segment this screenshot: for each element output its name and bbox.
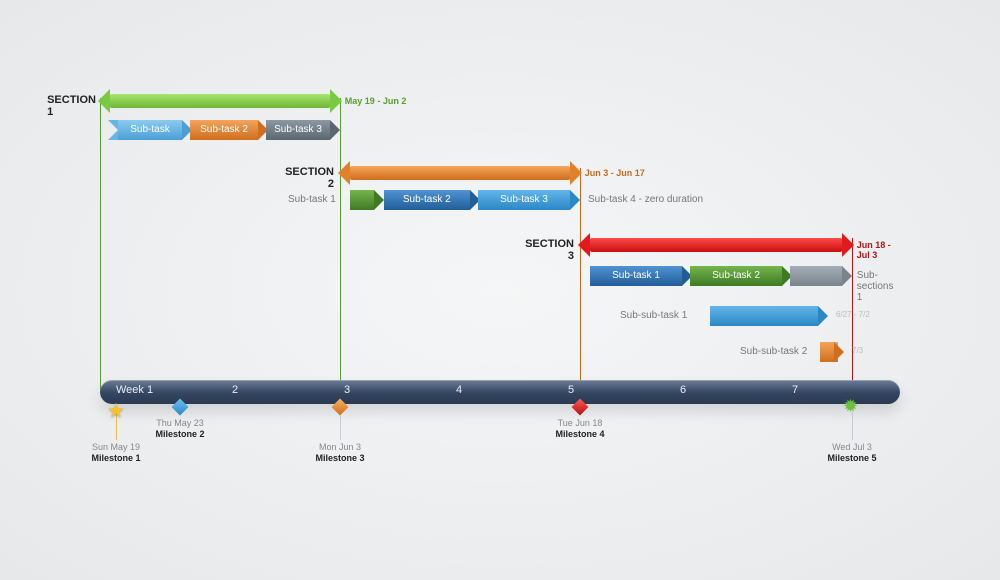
section3-task2: Sub-task 2 [680,266,792,286]
m5-label: Wed Jul 3 Milestone 5 [807,442,897,463]
week-3: 3 [344,384,350,396]
section1-bar [100,92,340,110]
week-5: 5 [568,384,574,396]
section1-task3: Sub-task 3 [256,120,340,140]
week-1: Week 1 [116,384,153,396]
section1-task2: Sub-task 2 [180,120,268,140]
section2-bar [340,164,580,182]
section3-date: Jun 18 - Jul 3 [857,240,900,260]
m3-label: Mon Jun 3 Milestone 3 [295,442,385,463]
section3-label: SECTION 3 [524,238,574,262]
week-6: 6 [680,384,686,396]
diamond-orange-icon [331,398,349,416]
section1-date: May 19 - Jun 2 [345,96,407,106]
subsub1-date: 6/27 - 7/2 [836,310,870,319]
m1-label: Sun May 19 Milestone 1 [71,442,161,463]
section3-bar [580,236,852,254]
section2-label: SECTION 2 [284,166,334,190]
m2-label: Thu May 23 Milestone 2 [135,418,225,439]
section2-task3: Sub-task 3 [468,190,580,210]
diamond-icon [171,398,189,416]
subsub2-date: 7/3 [852,346,863,355]
section2-task1-label: Sub-task 1 [288,194,336,205]
week-7: 7 [792,384,798,396]
diamond-red-icon [571,398,589,416]
gantt-chart: SECTION 1 May 19 - Jun 2 Sub-task Sub-ta… [100,90,900,510]
section1-end-line [340,98,341,390]
burst-icon: ✹ [843,396,861,414]
m4-label: Tue Jun 18 Milestone 4 [535,418,625,439]
section3-task3-label: Sub-sections 1 [857,270,900,303]
section2-date: Jun 3 - Jun 17 [585,168,645,178]
section2-task4-label: Sub-task 4 - zero duration [588,194,703,205]
subsub1-bar [700,306,828,326]
week-4: 4 [456,384,462,396]
section1-label: SECTION 1 [47,94,96,118]
week-2: 2 [232,384,238,396]
section3-task1: Sub-task 1 [580,266,692,286]
subsub1-label: Sub-sub-task 1 [620,310,687,321]
week-timeband: Week 1 2 3 4 5 6 7 [100,380,900,404]
section3-task3 [780,266,852,286]
section1-start-line [100,98,101,390]
subsub2-label: Sub-sub-task 2 [740,346,807,357]
star-icon: ★ [107,398,125,416]
subsub2-bar [820,342,844,362]
section2-task2: Sub-task 2 [374,190,480,210]
